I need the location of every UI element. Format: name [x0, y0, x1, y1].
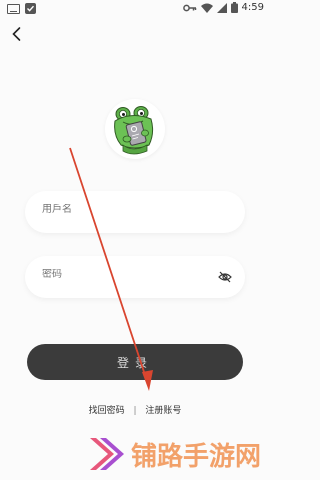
keyboard-icon: [7, 3, 20, 14]
watermark-text: 铺路手游网: [131, 442, 262, 472]
forgot-password-link[interactable]: 找回密码: [89, 406, 125, 416]
watermark: 铺路手游网: [86, 432, 266, 478]
auth-links: 找回密码 | 注册账号: [0, 403, 270, 416]
frog-mascot-logo: [114, 106, 154, 155]
check-icon: [25, 3, 36, 14]
status-time: 4:59: [241, 2, 264, 13]
username-input[interactable]: [42, 204, 192, 215]
link-separator: |: [133, 406, 137, 416]
login-button-label: 登录: [116, 355, 153, 370]
username-field-container[interactable]: [25, 191, 245, 233]
password-input[interactable]: [42, 269, 192, 280]
key-icon: [182, 4, 196, 11]
back-arrow-icon[interactable]: [9, 26, 25, 42]
eye-off-icon[interactable]: [218, 270, 232, 284]
register-link[interactable]: 注册账号: [145, 406, 181, 416]
signal-icon: [216, 2, 227, 13]
app-avatar: [105, 99, 165, 159]
login-button[interactable]: 登录: [27, 344, 243, 380]
status-bar: 4:59: [0, 0, 270, 18]
battery-icon: [230, 2, 238, 13]
password-field-container[interactable]: [25, 256, 245, 298]
watermark-chevron-icon: [90, 438, 124, 470]
wifi-icon: [200, 3, 213, 13]
